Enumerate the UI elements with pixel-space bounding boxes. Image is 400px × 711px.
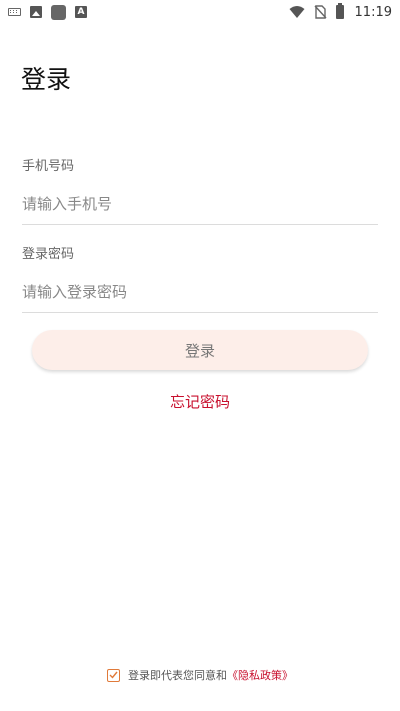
status-right: 11:19 <box>289 3 392 20</box>
check-icon <box>109 671 118 679</box>
login-button[interactable]: 登录 <box>32 330 368 370</box>
privacy-policy-link[interactable]: 《隐私政策》 <box>227 669 293 682</box>
phone-field: 手机号码 <box>22 155 378 225</box>
forgot-password-link[interactable]: 忘记密码 <box>0 391 400 412</box>
battery-icon <box>335 3 344 19</box>
a-icon: A <box>75 6 87 18</box>
square-icon <box>51 4 66 20</box>
password-divider <box>22 312 378 313</box>
wifi-icon <box>289 6 305 18</box>
password-label: 登录密码 <box>22 247 75 262</box>
status-bar: A 11:19 <box>0 0 400 24</box>
password-input[interactable] <box>22 282 378 302</box>
keyboard-icon <box>8 8 21 16</box>
agreement-text-wrap: 登录即代表您同意和《隐私政策》 <box>128 667 293 683</box>
no-sim-icon <box>314 5 327 19</box>
phone-input[interactable] <box>22 194 378 214</box>
agreement-text: 登录即代表您同意和 <box>128 669 227 682</box>
image-icon <box>30 6 42 18</box>
login-screen: A 11:19 登录 手机号码 登录密码 登录 忘记密码 <box>0 0 400 711</box>
agreement-checkbox[interactable] <box>107 668 120 682</box>
page-title: 登录 <box>21 65 72 94</box>
status-left: A <box>8 4 87 20</box>
phone-divider <box>22 224 378 225</box>
password-field: 登录密码 <box>22 243 378 313</box>
phone-label: 手机号码 <box>22 159 75 174</box>
agreement-row: 登录即代表您同意和《隐私政策》 <box>0 667 400 683</box>
status-time: 11:19 <box>354 4 392 20</box>
